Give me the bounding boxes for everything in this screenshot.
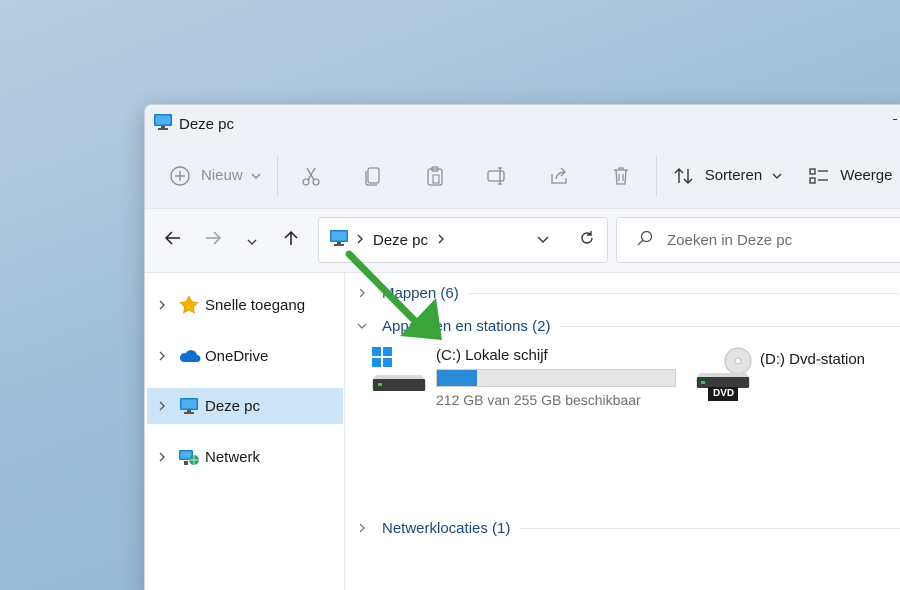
chevron-right-icon[interactable] bbox=[438, 231, 444, 249]
rename-icon bbox=[486, 165, 508, 187]
command-bar: Nieuw Sorteren Weerge bbox=[145, 143, 900, 209]
drive-c[interactable]: (C:) Lokale schijf 212 GB van 255 GB bes… bbox=[372, 347, 676, 408]
copy-icon bbox=[362, 165, 384, 187]
copy-button[interactable] bbox=[362, 156, 384, 196]
chevron-right-icon[interactable] bbox=[354, 288, 370, 298]
group-divider bbox=[560, 325, 900, 327]
sort-button[interactable]: Sorteren bbox=[673, 156, 783, 196]
address-bar[interactable]: Deze pc bbox=[318, 217, 608, 263]
recent-locations-button[interactable] bbox=[233, 232, 271, 250]
group-header-label: Netwerklocaties (1) bbox=[382, 519, 511, 537]
toolbar-divider bbox=[276, 155, 278, 196]
view-button-label: Weerge bbox=[840, 167, 893, 184]
file-explorer-window: Deze pc Nieuw Sorteren Weerge Deze pc Zo… bbox=[144, 104, 900, 590]
this-pc-icon bbox=[153, 113, 173, 136]
window-title: Deze pc bbox=[179, 115, 235, 133]
scissors-icon bbox=[300, 165, 322, 187]
sidebar-item-onedrive[interactable]: OneDrive bbox=[147, 338, 343, 374]
cut-button[interactable] bbox=[300, 156, 322, 196]
search-placeholder: Zoeken in Deze pc bbox=[667, 231, 793, 249]
drive-d[interactable]: DVD (D:) Dvd-station bbox=[696, 347, 865, 408]
sort-button-label: Sorteren bbox=[704, 167, 763, 184]
up-button[interactable] bbox=[271, 230, 311, 251]
chevron-right-icon[interactable] bbox=[147, 401, 177, 411]
chevron-right-icon[interactable] bbox=[147, 452, 177, 462]
arrow-left-icon bbox=[164, 231, 181, 250]
group-header-devices[interactable]: Apparaten en stations (2) bbox=[354, 315, 900, 337]
group-header-label: Mappen (6) bbox=[382, 284, 459, 302]
drive-free-space: 212 GB van 255 GB beschikbaar bbox=[436, 392, 641, 408]
storage-usage-bar bbox=[436, 369, 676, 387]
rename-button[interactable] bbox=[486, 156, 508, 196]
paste-button[interactable] bbox=[424, 156, 446, 196]
chevron-right-icon[interactable] bbox=[147, 300, 177, 310]
this-pc-icon bbox=[177, 395, 201, 417]
sort-arrows-icon bbox=[673, 165, 695, 187]
chevron-down-icon bbox=[251, 173, 261, 179]
content-pane: Mappen (6) Apparaten en stations (2) (C:… bbox=[346, 273, 900, 590]
cloud-icon bbox=[177, 345, 201, 367]
trash-icon bbox=[610, 165, 632, 187]
network-icon bbox=[177, 446, 201, 468]
share-button[interactable] bbox=[548, 156, 570, 196]
arrow-up-icon bbox=[284, 230, 298, 251]
view-list-icon bbox=[808, 165, 830, 187]
arrow-right-icon bbox=[205, 231, 222, 250]
this-pc-icon bbox=[329, 229, 349, 252]
chevron-down-icon bbox=[772, 173, 782, 179]
chevron-right-icon[interactable] bbox=[354, 523, 370, 533]
clipboard-icon bbox=[424, 165, 446, 187]
new-button-label: Nieuw bbox=[201, 167, 243, 184]
sidebar-item-label: OneDrive bbox=[205, 347, 269, 365]
share-icon bbox=[548, 165, 570, 187]
search-icon bbox=[637, 230, 653, 250]
plus-circle-icon bbox=[169, 165, 191, 187]
chevron-down-icon[interactable] bbox=[354, 323, 370, 329]
minimize-icon[interactable] bbox=[893, 119, 897, 120]
sidebar-item-label: Snelle toegang bbox=[205, 296, 306, 314]
new-button[interactable]: Nieuw bbox=[169, 156, 261, 196]
delete-button[interactable] bbox=[610, 156, 632, 196]
sidebar-item-network[interactable]: Netwerk bbox=[147, 439, 343, 475]
chevron-right-icon[interactable] bbox=[147, 351, 177, 361]
sidebar-item-this-pc[interactable]: Deze pc bbox=[147, 388, 343, 424]
storage-usage-fill bbox=[437, 370, 478, 386]
star-icon bbox=[177, 294, 201, 316]
group-divider bbox=[468, 292, 899, 294]
dvd-badge: DVD bbox=[713, 388, 735, 399]
sidebar-item-label: Deze pc bbox=[205, 397, 261, 415]
title-bar: Deze pc bbox=[145, 105, 900, 143]
search-input[interactable]: Zoeken in Deze pc bbox=[616, 217, 900, 263]
group-divider bbox=[520, 527, 900, 529]
group-header-label: Apparaten en stations (2) bbox=[382, 317, 551, 335]
chevron-right-icon bbox=[357, 231, 363, 249]
sidebar-item-label: Netwerk bbox=[205, 448, 261, 466]
chevron-down-icon bbox=[247, 232, 257, 250]
group-header-network[interactable]: Netwerklocaties (1) bbox=[354, 517, 900, 539]
refresh-icon[interactable] bbox=[579, 230, 595, 251]
chevron-down-icon[interactable] bbox=[537, 231, 549, 249]
toolbar-divider bbox=[655, 155, 657, 196]
drive-name: (D:) Dvd-station bbox=[760, 351, 866, 368]
view-button[interactable]: Weerge bbox=[808, 156, 893, 196]
navigation-pane: Snelle toegang OneDrive Deze pc Netwerk bbox=[145, 273, 345, 590]
drive-name: (C:) Lokale schijf bbox=[436, 347, 548, 364]
group-header-folders[interactable]: Mappen (6) bbox=[354, 282, 899, 304]
hard-drive-windows-icon bbox=[372, 347, 428, 398]
back-button[interactable] bbox=[153, 231, 193, 250]
breadcrumb-this-pc[interactable]: Deze pc bbox=[373, 232, 428, 249]
navigation-bar: Deze pc Zoeken in Deze pc bbox=[145, 209, 900, 273]
forward-button[interactable] bbox=[193, 231, 233, 250]
sidebar-item-quick-access[interactable]: Snelle toegang bbox=[147, 287, 343, 323]
